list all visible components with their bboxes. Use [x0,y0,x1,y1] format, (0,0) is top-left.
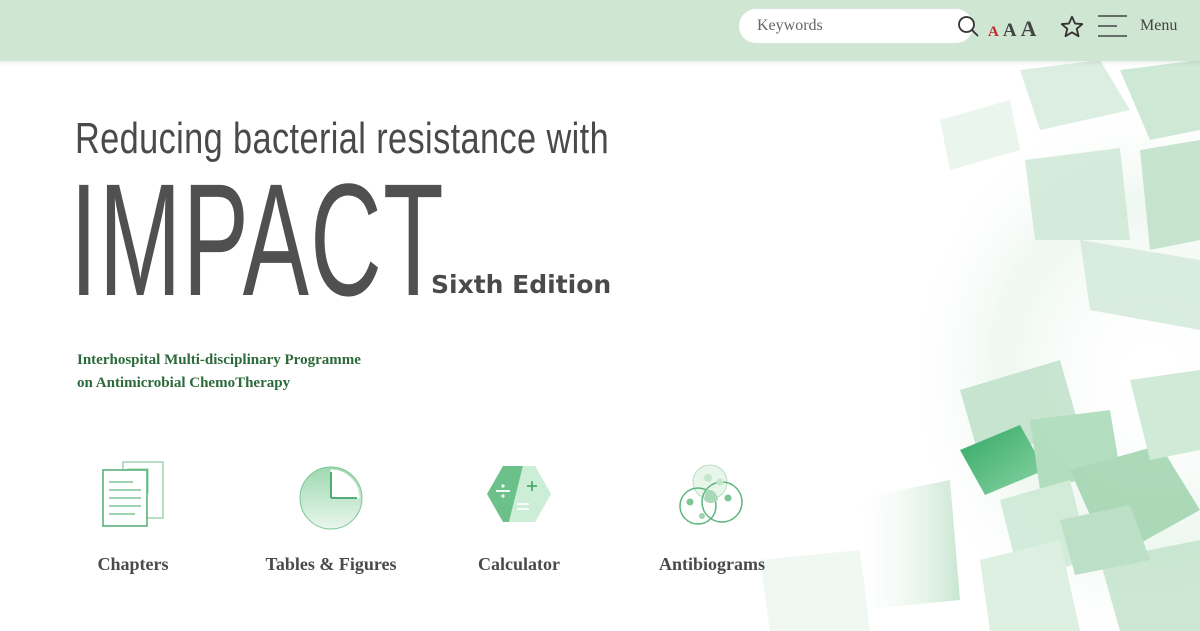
programme-name: Interhospital Multi-disciplinary Program… [77,349,361,395]
quick-link-label: Chapters [97,554,169,574]
search-button[interactable] [957,14,979,38]
font-size-controls: A A A [988,18,1037,41]
quick-link-chapters[interactable]: Chapters [43,460,223,575]
font-size-large-button[interactable]: A [1021,18,1037,40]
quick-link-label: Tables & Figures [265,554,397,574]
search-box [738,8,979,44]
bacteria-icon [679,464,743,525]
favourites-button[interactable] [1059,14,1085,40]
menu-button[interactable]: Menu [1097,14,1177,38]
programme-line-2: on Antimicrobial ChemoTherapy [77,375,291,391]
quick-link-label: Calculator [478,554,560,574]
document-icon [102,461,164,527]
calculator-icon [487,466,551,522]
hero-title: IMPACT [70,150,445,329]
programme-line-1: Interhospital Multi-disciplinary Program… [77,352,361,368]
hamburger-icon [1098,15,1127,37]
quick-link-tables-figures[interactable]: Tables & Figures [241,460,421,575]
font-size-small-button[interactable]: A [988,25,999,40]
font-size-medium-button[interactable]: A [1003,21,1017,40]
search-icon [958,16,979,37]
quick-link-label: Antibiograms [658,554,765,574]
quick-link-calculator[interactable]: Calculator [429,460,609,575]
menu-label: Menu [1140,17,1178,34]
edition-label: Sixth Edition [431,270,612,299]
search-input[interactable] [757,17,957,35]
quick-link-antibiograms[interactable]: Antibiograms [622,460,802,575]
pie-chart-icon [299,466,363,530]
top-header: A A A Menu [0,0,1200,61]
star-icon [1060,15,1084,38]
